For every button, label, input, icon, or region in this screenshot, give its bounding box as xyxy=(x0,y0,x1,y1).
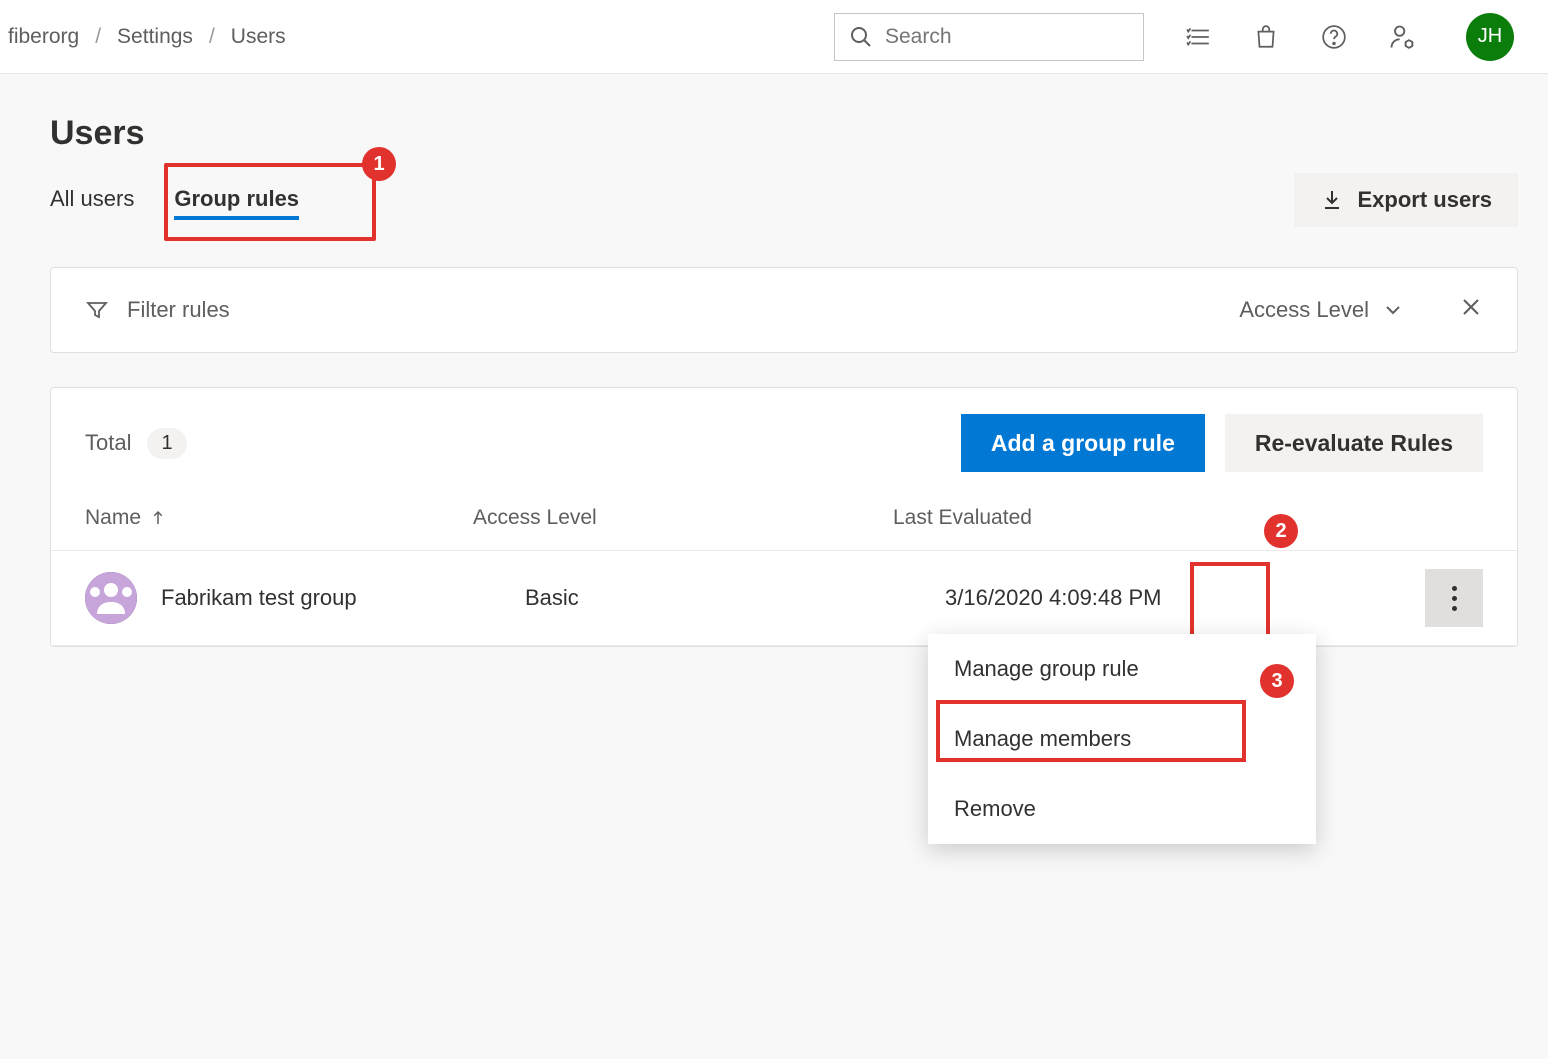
export-users-label: Export users xyxy=(1358,187,1493,213)
breadcrumb: fiberorg / Settings / Users xyxy=(8,25,286,49)
context-menu: Manage group rule Manage members Remove xyxy=(928,634,1316,844)
ellipsis-vertical-icon xyxy=(1452,586,1457,611)
col-access[interactable]: Access Level xyxy=(473,506,893,530)
breadcrumb-users[interactable]: Users xyxy=(231,25,286,49)
col-name[interactable]: Name xyxy=(85,506,473,530)
breadcrumb-sep: / xyxy=(95,25,101,49)
total-wrap: Total 1 xyxy=(85,428,187,459)
search-input[interactable] xyxy=(885,25,1129,49)
callout-badge-3: 3 xyxy=(1260,664,1294,698)
card-actions: Add a group rule Re-evaluate Rules xyxy=(961,414,1483,472)
page-title: Users xyxy=(50,114,1518,153)
main: Users All users Group rules Export users… xyxy=(0,74,1548,647)
card-head: Total 1 Add a group rule Re-evaluate Rul… xyxy=(51,388,1517,498)
menu-manage-members[interactable]: Manage members xyxy=(928,704,1316,774)
menu-remove[interactable]: Remove xyxy=(928,774,1316,844)
col-evaluated[interactable]: Last Evaluated xyxy=(893,506,1483,530)
table-row[interactable]: Fabrikam test group Basic 3/16/2020 4:09… xyxy=(51,551,1517,646)
breadcrumb-sep: / xyxy=(209,25,215,49)
more-actions-button[interactable] xyxy=(1425,569,1483,627)
filter-right: Access Level xyxy=(1239,295,1483,325)
help-icon[interactable] xyxy=(1320,23,1348,51)
search-icon xyxy=(849,25,873,49)
tab-group-rules[interactable]: Group rules xyxy=(154,174,319,226)
rules-card: Total 1 Add a group rule Re-evaluate Rul… xyxy=(50,387,1518,647)
access-level-label: Access Level xyxy=(1239,297,1369,323)
avatar-initials: JH xyxy=(1478,25,1502,48)
download-icon xyxy=(1320,188,1344,212)
cell-evaluated: 3/16/2020 4:09:48 PM xyxy=(945,585,1425,611)
total-label: Total xyxy=(85,430,131,456)
filter-bar: Filter rules Access Level xyxy=(50,267,1518,353)
cell-name: Fabrikam test group xyxy=(161,585,525,611)
add-group-rule-button[interactable]: Add a group rule xyxy=(961,414,1205,472)
clear-filter-button[interactable] xyxy=(1459,295,1483,325)
column-headers: Name Access Level Last Evaluated xyxy=(51,498,1517,551)
cell-access: Basic xyxy=(525,585,945,611)
list-icon[interactable] xyxy=(1184,23,1212,51)
total-count: 1 xyxy=(147,428,186,459)
user-settings-icon[interactable] xyxy=(1388,23,1416,51)
menu-manage-group-rule[interactable]: Manage group rule xyxy=(928,634,1316,704)
filter-placeholder: Filter rules xyxy=(127,297,230,323)
reevaluate-rules-button[interactable]: Re-evaluate Rules xyxy=(1225,414,1483,472)
chevron-down-icon xyxy=(1381,298,1405,322)
shopping-bag-icon[interactable] xyxy=(1252,23,1280,51)
tab-all-users[interactable]: All users xyxy=(50,174,154,226)
export-users-button[interactable]: Export users xyxy=(1294,173,1519,227)
search-box[interactable] xyxy=(834,13,1144,61)
col-name-label: Name xyxy=(85,506,141,530)
filter-icon xyxy=(85,298,109,322)
callout-badge-1: 1 xyxy=(362,147,396,181)
filter-left[interactable]: Filter rules xyxy=(85,297,230,323)
close-icon xyxy=(1459,295,1483,319)
group-avatar-icon xyxy=(85,572,137,624)
top-bar: fiberorg / Settings / Users JH xyxy=(0,0,1548,74)
avatar[interactable]: JH xyxy=(1466,13,1514,61)
search-wrap: JH xyxy=(834,13,1514,61)
breadcrumb-settings[interactable]: Settings xyxy=(117,25,193,49)
breadcrumb-org[interactable]: fiberorg xyxy=(8,25,79,49)
top-icons: JH xyxy=(1184,13,1514,61)
tabs-row: All users Group rules Export users 1 xyxy=(50,173,1518,227)
callout-badge-2: 2 xyxy=(1264,514,1298,548)
access-level-dropdown[interactable]: Access Level xyxy=(1239,297,1405,323)
sort-asc-icon xyxy=(149,509,167,527)
tabs: All users Group rules xyxy=(50,174,319,226)
